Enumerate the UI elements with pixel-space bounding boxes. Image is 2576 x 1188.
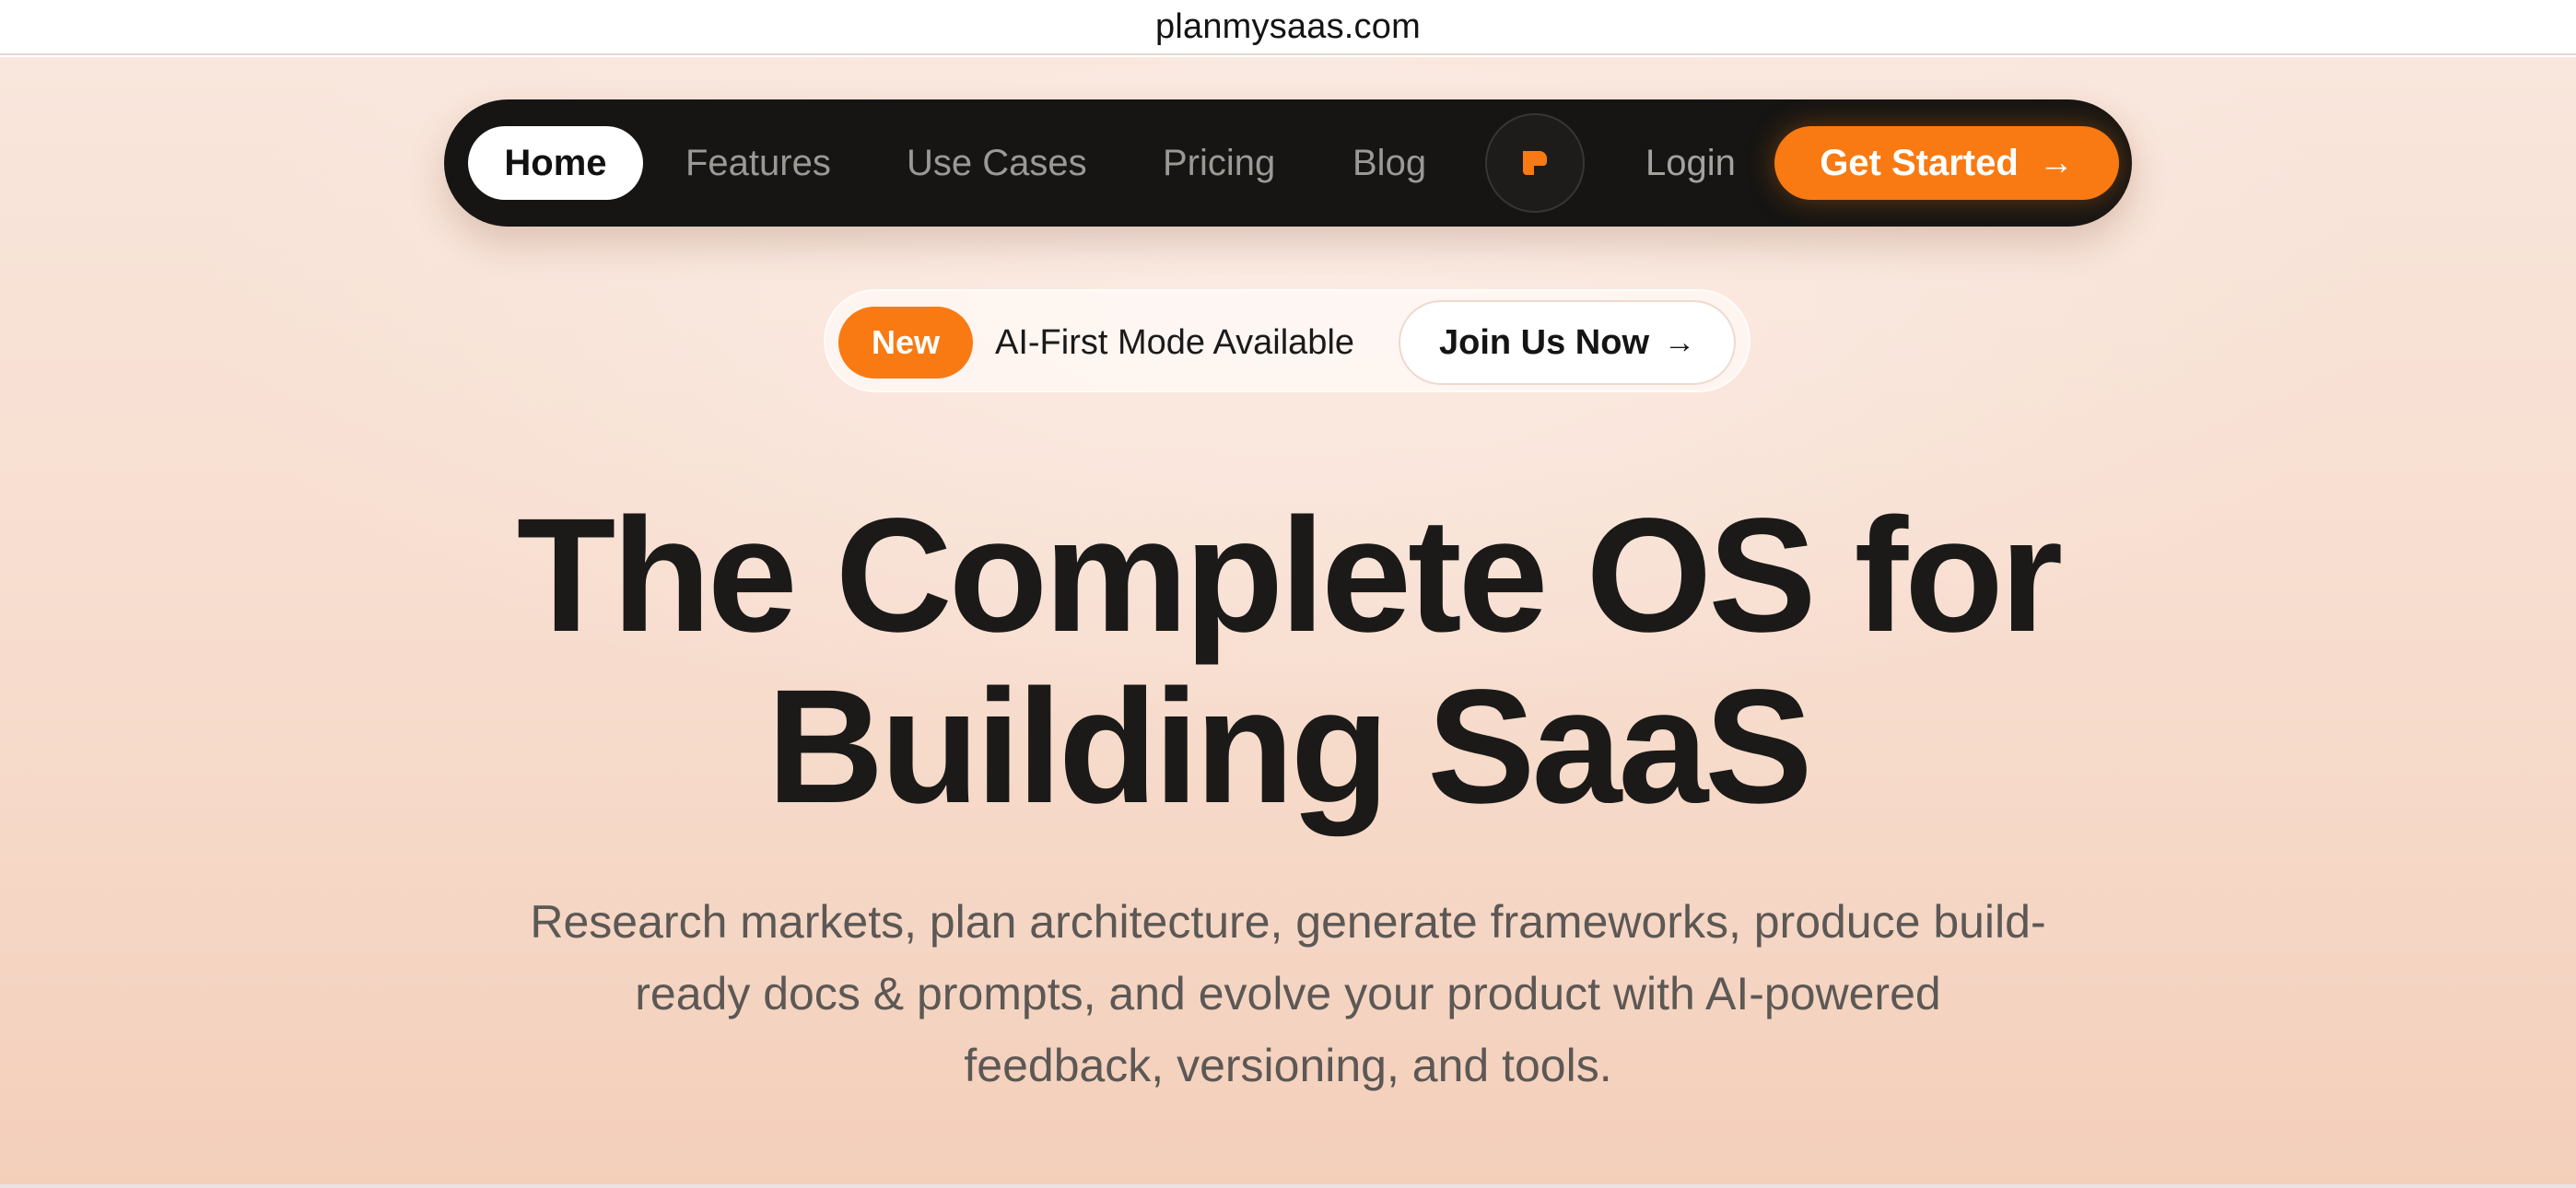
hero-subtitle: Research markets, plan architecture, gen… xyxy=(459,886,2117,1101)
announcement-text: AI-First Mode Available xyxy=(995,322,1355,362)
login-link[interactable]: Login xyxy=(1645,126,1736,200)
hero-title-line-2: Building SaaS xyxy=(767,657,1812,837)
arrow-right-icon: → xyxy=(1664,324,1696,360)
nav-item-home[interactable]: Home xyxy=(468,126,643,200)
main-nav: Home Features Use Cases Pricing Blog Log… xyxy=(444,99,2132,227)
nav-item-use-cases[interactable]: Use Cases xyxy=(907,126,1087,200)
nav-item-features[interactable]: Features xyxy=(685,126,831,200)
nav-item-blog[interactable]: Blog xyxy=(1352,126,1426,200)
url-text: planmysaas.com xyxy=(1155,6,1421,46)
get-started-button[interactable]: Get Started → xyxy=(1774,126,2119,200)
announcement-pill: New AI-First Mode Available Join Us Now … xyxy=(824,289,1751,392)
join-us-now-label: Join Us Now xyxy=(1438,322,1650,362)
planmysaas-logo-icon xyxy=(1523,151,1547,175)
new-badge: New xyxy=(838,307,973,379)
get-started-label: Get Started xyxy=(1820,142,2019,183)
join-us-now-button[interactable]: Join Us Now → xyxy=(1399,300,1736,385)
page-bottom-divider xyxy=(0,1184,2576,1188)
hero-title-line-1: The Complete OS for xyxy=(516,485,2063,666)
hero-subtitle-line-1: Research markets, plan architecture, gen… xyxy=(530,896,2046,948)
landing-page: Home Features Use Cases Pricing Blog Log… xyxy=(0,57,2576,1184)
browser-address-bar[interactable]: planmysaas.com xyxy=(0,0,2576,55)
hero-subtitle-line-2: ready docs & prompts, and evolve your pr… xyxy=(635,968,1941,1019)
logo-button[interactable] xyxy=(1485,113,1585,213)
arrow-right-icon: → xyxy=(2038,143,2074,182)
hero-subtitle-line-3: feedback, versioning, and tools. xyxy=(964,1040,1612,1091)
nav-item-pricing[interactable]: Pricing xyxy=(1163,126,1275,200)
hero-title: The Complete OS for Building SaaS xyxy=(367,490,2209,833)
